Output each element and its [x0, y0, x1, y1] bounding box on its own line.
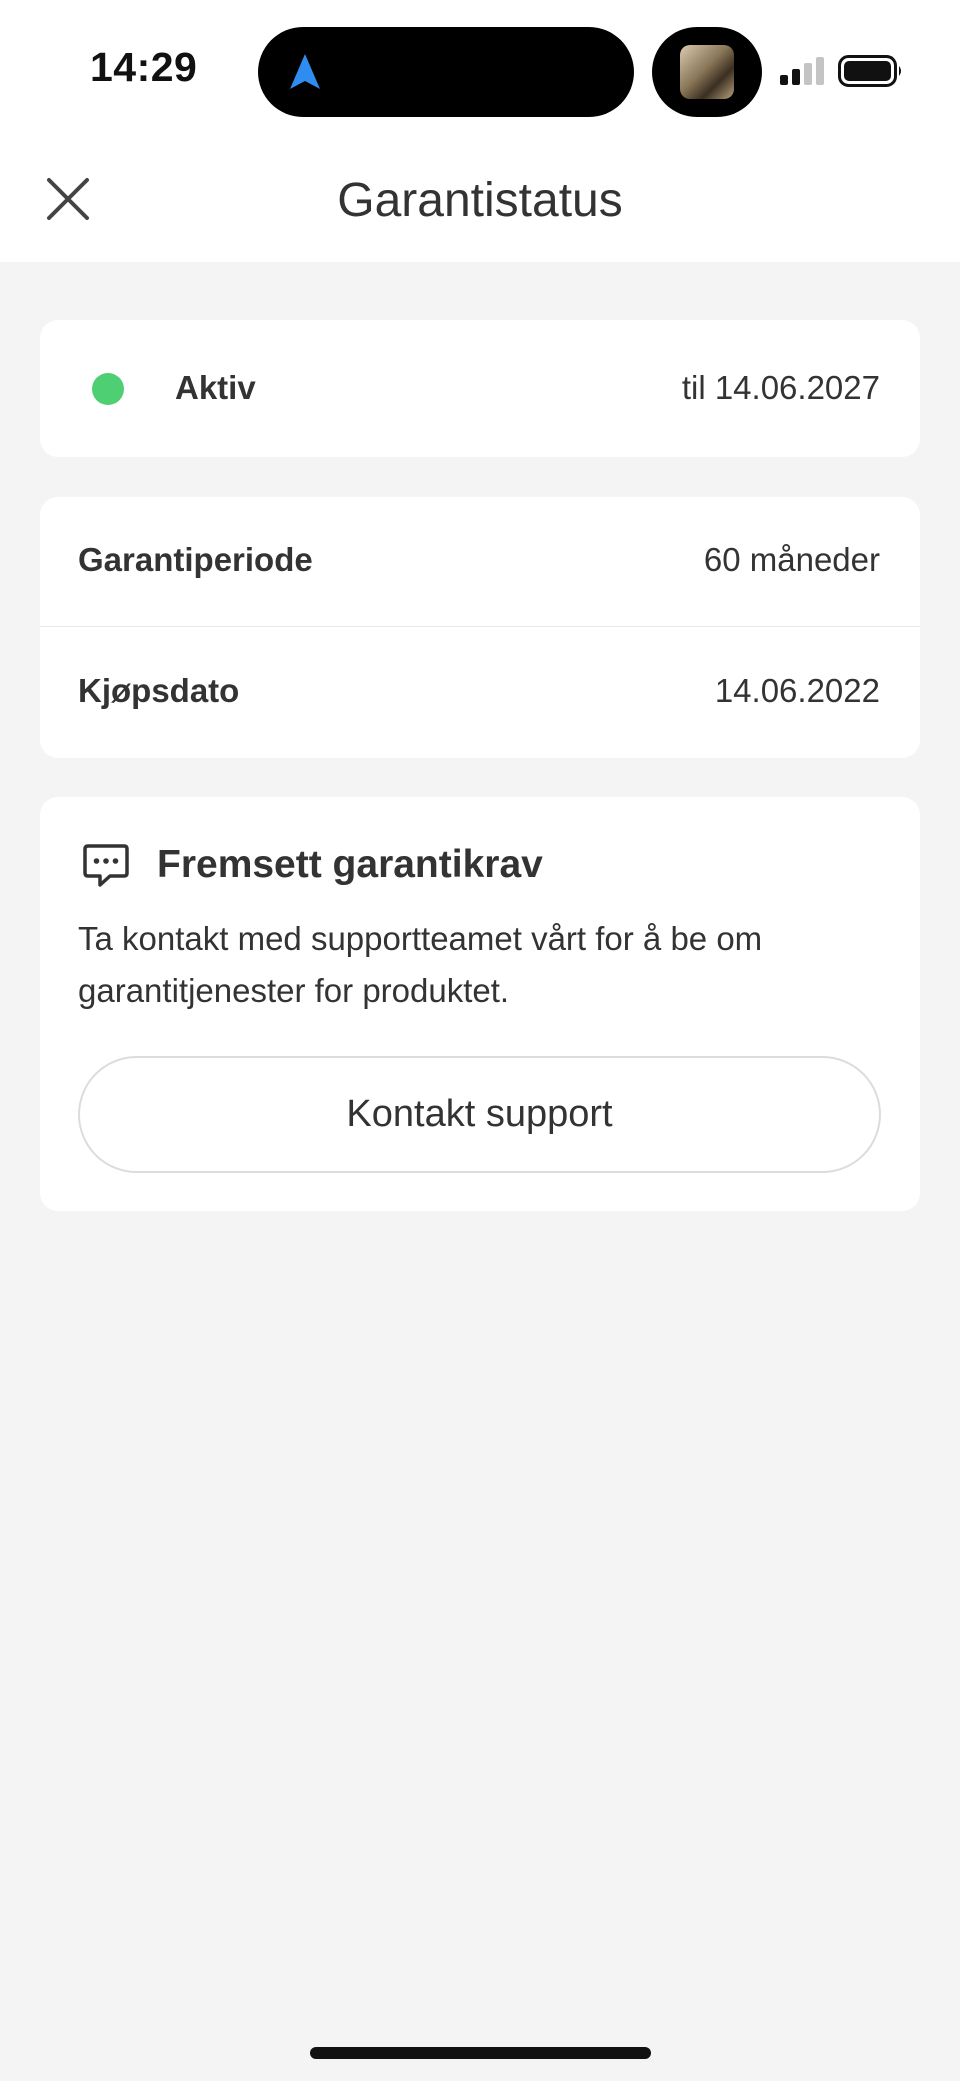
- contact-support-button[interactable]: Kontakt support: [78, 1056, 881, 1173]
- detail-label: Kjøpsdato: [78, 672, 240, 709]
- chat-bubble-icon: [83, 844, 129, 887]
- detail-row-purchase-date: Kjøpsdato 14.06.2022: [40, 628, 920, 758]
- warranty-status-screen: 14:29 Garantistatus Aktiv til 14.06.2027…: [0, 0, 960, 2081]
- claim-description: Ta kontakt med supportteamet vårt for å …: [78, 920, 763, 1009]
- warranty-claim-card: Fremsett garantikrav Ta kontakt med supp…: [40, 797, 920, 1211]
- detail-value: 60 måneder: [703, 541, 880, 578]
- status-expiry-date: til 14.06.2027: [681, 369, 880, 406]
- now-playing-thumbnail: [680, 45, 734, 99]
- battery-icon: [838, 55, 901, 87]
- status-bar: 14:29: [0, 0, 960, 141]
- status-time: 14:29: [90, 44, 198, 90]
- now-playing-bubble[interactable]: [652, 27, 762, 117]
- navigation-arrow-icon: [290, 54, 320, 89]
- warranty-status-card: Aktiv til 14.06.2027: [40, 320, 920, 457]
- cellular-signal-icon: [780, 57, 824, 85]
- page-title: Garantistatus: [337, 174, 623, 227]
- status-indicator-dot: [92, 373, 124, 405]
- detail-label: Garantiperiode: [78, 541, 313, 578]
- warranty-details-card: Garantiperiode 60 måneder Kjøpsdato 14.0…: [40, 497, 920, 758]
- home-indicator[interactable]: [310, 2047, 651, 2059]
- status-label: Aktiv: [175, 369, 256, 406]
- claim-title: Fremsett garantikrav: [157, 843, 543, 886]
- header: Garantistatus: [0, 141, 960, 262]
- dynamic-island[interactable]: [258, 27, 634, 117]
- detail-value: 14.06.2022: [714, 672, 880, 709]
- detail-row-warranty-period: Garantiperiode 60 måneder: [40, 497, 920, 627]
